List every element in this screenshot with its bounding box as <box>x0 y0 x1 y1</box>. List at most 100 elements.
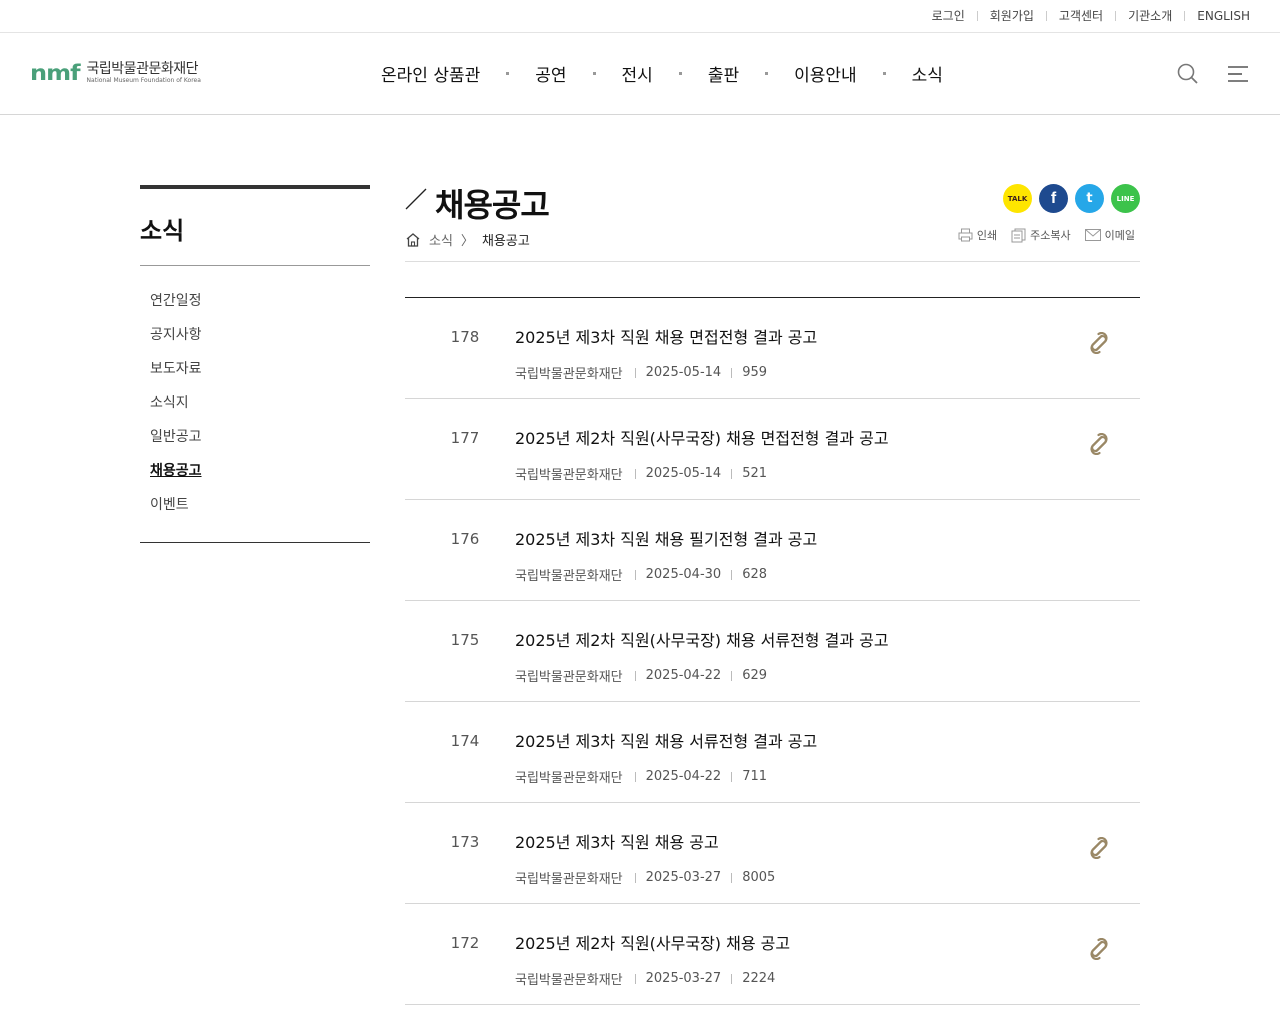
post-date: 2025-04-22 <box>645 769 722 784</box>
nav-online-shop[interactable]: 온라인 상품관 <box>381 61 480 86</box>
post-date: 2025-03-27 <box>645 971 722 986</box>
nav-performance[interactable]: 공연 <box>535 61 566 86</box>
paperclip-icon[interactable] <box>1088 938 1110 960</box>
nav-guide[interactable]: 이용안내 <box>794 61 857 86</box>
list-item[interactable]: 172 2025년 제2차 직원(사무국장) 채용 공고 국립박물관문화재단 2… <box>405 904 1140 1005</box>
copy-url-button[interactable]: 주소복사 <box>1011 227 1071 243</box>
post-number: 176 <box>450 530 480 548</box>
breadcrumb-parent[interactable]: 소식 <box>429 230 453 249</box>
home-icon[interactable] <box>405 232 421 248</box>
main-nav: 온라인 상품관 공연 전시 출판 이용안내 소식 <box>381 61 943 86</box>
main-header: nmf 국립박물관문화재단 National Museum Foundation… <box>0 33 1280 115</box>
sidebar-item-schedule[interactable]: 연간일정 <box>150 284 370 318</box>
list-item[interactable]: 177 2025년 제2차 직원(사무국장) 채용 면접전형 결과 공고 국립박… <box>405 399 1140 500</box>
page-head: 채용공고 소식 〉 채용공고 TALK f t LINE 인쇄 주소복사 이메일 <box>405 180 1140 262</box>
sidebar-item-recruitment[interactable]: 채용공고 <box>150 454 370 488</box>
list-item[interactable]: 178 2025년 제3차 직원 채용 면접전형 결과 공고 국립박물관문화재단… <box>405 298 1140 399</box>
divider <box>634 468 636 479</box>
post-title[interactable]: 2025년 제2차 직원(사무국장) 채용 면접전형 결과 공고 <box>515 425 889 449</box>
about-link[interactable]: 기관소개 <box>1128 7 1172 24</box>
post-title[interactable]: 2025년 제2차 직원(사무국장) 채용 공고 <box>515 930 790 954</box>
post-author: 국립박물관문화재단 <box>515 973 623 988</box>
email-button[interactable]: 이메일 <box>1084 227 1135 243</box>
list-item[interactable]: 174 2025년 제3차 직원 채용 서류전형 결과 공고 국립박물관문화재단… <box>405 702 1140 803</box>
post-views: 521 <box>742 466 768 481</box>
envelope-icon <box>1084 229 1101 241</box>
english-link[interactable]: ENGLISH <box>1197 9 1250 23</box>
nav-exhibition[interactable]: 전시 <box>622 61 653 86</box>
post-number: 174 <box>450 732 480 750</box>
breadcrumb-separator: 〉 <box>460 234 474 249</box>
post-author: 국립박물관문화재단 <box>515 670 623 685</box>
paperclip-icon[interactable] <box>1088 837 1110 859</box>
print-button[interactable]: 인쇄 <box>958 227 997 243</box>
sidebar-item-press[interactable]: 보도자료 <box>150 352 370 386</box>
facebook-share-button[interactable]: f <box>1039 184 1068 213</box>
twitter-share-button[interactable]: t <box>1075 184 1104 213</box>
utility-bar: 로그인 회원가입 고객센터 기관소개 ENGLISH <box>0 0 1280 33</box>
login-link[interactable]: 로그인 <box>932 7 965 24</box>
post-list: 178 2025년 제3차 직원 채용 면접전형 결과 공고 국립박물관문화재단… <box>405 297 1140 1005</box>
nav-publishing[interactable]: 출판 <box>708 61 739 86</box>
post-title[interactable]: 2025년 제3차 직원 채용 공고 <box>515 829 719 853</box>
post-meta: 국립박물관문화재단 2025-05-14 521 <box>515 464 767 483</box>
sidebar: 소식 연간일정 공지사항 보도자료 소식지 일반공고 채용공고 이벤트 <box>140 185 370 543</box>
post-title[interactable]: 2025년 제2차 직원(사무국장) 채용 서류전형 결과 공고 <box>515 627 889 651</box>
breadcrumb-current: 채용공고 <box>481 234 530 249</box>
printer-icon <box>958 228 973 242</box>
divider <box>731 367 733 378</box>
post-meta: 국립박물관문화재단 2025-04-22 629 <box>515 666 767 685</box>
post-author: 국립박물관문화재단 <box>515 771 623 786</box>
post-title[interactable]: 2025년 제3차 직원 채용 서류전형 결과 공고 <box>515 728 817 752</box>
hamburger-icon <box>1228 66 1248 82</box>
post-author: 국립박물관문화재단 <box>515 468 623 483</box>
divider <box>1045 10 1047 21</box>
post-meta: 국립박물관문화재단 2025-04-30 628 <box>515 565 767 584</box>
site-logo[interactable]: nmf 국립박물관문화재단 National Museum Foundation… <box>30 61 201 85</box>
post-views: 629 <box>742 668 768 683</box>
post-meta: 국립박물관문화재단 2025-04-22 711 <box>515 767 767 786</box>
post-views: 2224 <box>742 971 776 986</box>
post-date: 2025-05-14 <box>645 365 722 380</box>
sidebar-menu: 연간일정 공지사항 보도자료 소식지 일반공고 채용공고 이벤트 <box>140 266 370 543</box>
post-date: 2025-03-27 <box>645 870 722 885</box>
divider <box>731 569 733 580</box>
kakao-share-button[interactable]: TALK <box>1003 184 1032 213</box>
paperclip-icon[interactable] <box>1088 433 1110 455</box>
main-content: 채용공고 소식 〉 채용공고 TALK f t LINE 인쇄 주소복사 이메일… <box>405 180 1140 1005</box>
sidebar-item-newsletter[interactable]: 소식지 <box>150 386 370 420</box>
search-icon <box>1177 63 1198 84</box>
search-button[interactable] <box>1176 62 1200 86</box>
divider <box>634 973 636 984</box>
sidebar-item-notice[interactable]: 공지사항 <box>150 318 370 352</box>
breadcrumb: 소식 〉 채용공고 <box>405 230 530 249</box>
divider <box>731 670 733 681</box>
join-link[interactable]: 회원가입 <box>990 7 1034 24</box>
list-item[interactable]: 173 2025년 제3차 직원 채용 공고 국립박물관문화재단 2025-03… <box>405 803 1140 904</box>
menu-button[interactable] <box>1226 62 1250 86</box>
print-label: 인쇄 <box>976 229 998 242</box>
paperclip-icon[interactable] <box>1088 332 1110 354</box>
post-title[interactable]: 2025년 제3차 직원 채용 필기전형 결과 공고 <box>515 526 817 550</box>
nav-dot <box>882 72 886 75</box>
post-date: 2025-04-30 <box>645 567 722 582</box>
line-share-button[interactable]: LINE <box>1111 184 1140 213</box>
post-date: 2025-04-22 <box>645 668 722 683</box>
nav-news[interactable]: 소식 <box>912 61 943 86</box>
post-number: 177 <box>450 429 480 447</box>
divider <box>1184 10 1186 21</box>
divider <box>634 771 636 782</box>
logo-english: National Museum Foundation of Korea <box>86 76 201 84</box>
logo-korean: 국립박물관문화재단 <box>86 60 199 77</box>
post-title[interactable]: 2025년 제3차 직원 채용 면접전형 결과 공고 <box>515 324 817 348</box>
sidebar-item-event[interactable]: 이벤트 <box>150 488 370 522</box>
post-number: 172 <box>450 934 480 952</box>
sidebar-item-general-notice[interactable]: 일반공고 <box>150 420 370 454</box>
divider <box>634 569 636 580</box>
divider <box>731 468 733 479</box>
post-number: 178 <box>450 328 480 346</box>
list-item[interactable]: 175 2025년 제2차 직원(사무국장) 채용 서류전형 결과 공고 국립박… <box>405 601 1140 702</box>
list-item[interactable]: 176 2025년 제3차 직원 채용 필기전형 결과 공고 국립박물관문화재단… <box>405 500 1140 601</box>
logo-text: 국립박물관문화재단 National Museum Foundation of … <box>86 60 201 85</box>
support-link[interactable]: 고객센터 <box>1059 7 1103 24</box>
